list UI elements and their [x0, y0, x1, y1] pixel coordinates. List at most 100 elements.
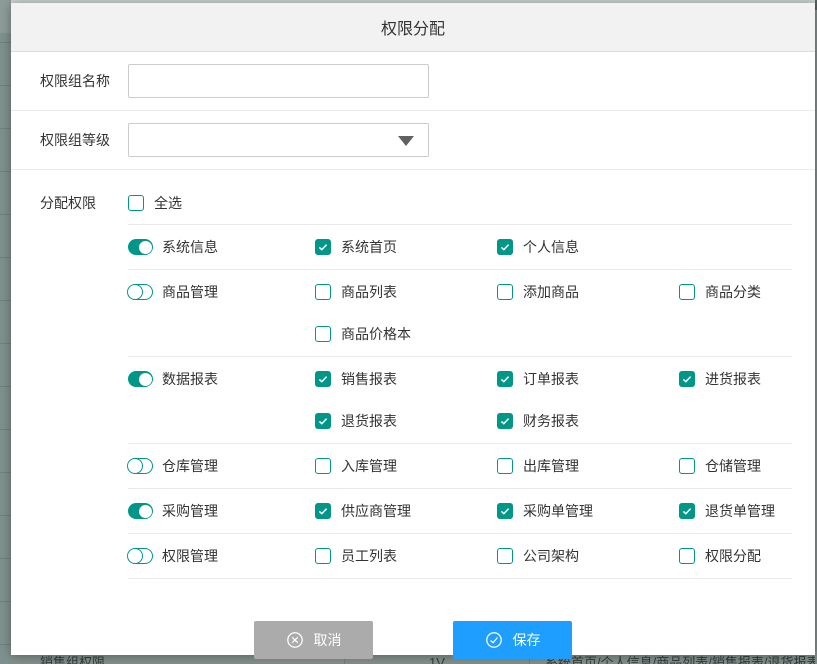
- select-all-label: 全选: [154, 193, 182, 213]
- assign-permissions-label: 分配权限: [40, 182, 128, 579]
- permission-group-label: 权限管理: [162, 546, 218, 566]
- checkbox-unchecked-icon[interactable]: [315, 284, 331, 300]
- permission-item-label: 采购单管理: [523, 501, 593, 521]
- save-button-label: 保存: [513, 630, 541, 650]
- checkbox-checked-icon[interactable]: [497, 413, 513, 429]
- permission-group-row: 采购管理 供应商管理 采购单管理 退货单管理: [128, 489, 792, 534]
- checkbox-checked-icon[interactable]: [679, 371, 695, 387]
- toggle-knob: [127, 284, 143, 300]
- cancel-circle-x-icon: [286, 631, 304, 649]
- dialog-button-row: 取消 保存: [11, 621, 815, 659]
- permission-groups: 系统信息 系统首页 个人信息商品管理 商品列表 添加商品 商品分类商品价格本数据报表 销售报…: [128, 225, 792, 579]
- toggle-knob: [127, 548, 143, 564]
- permission-item[interactable]: 添加商品: [497, 282, 679, 302]
- permission-item[interactable]: 入库管理: [315, 456, 497, 476]
- permission-item[interactable]: 系统首页: [315, 237, 497, 257]
- permission-item-label: 商品价格本: [341, 324, 411, 344]
- checkbox-unchecked-icon[interactable]: [679, 284, 695, 300]
- checkbox-checked-icon[interactable]: [497, 371, 513, 387]
- permission-item-label: 权限分配: [705, 546, 761, 566]
- checkbox-unchecked-icon[interactable]: [315, 326, 331, 342]
- permission-group-main: 系统信息: [128, 237, 315, 257]
- permission-item[interactable]: 个人信息: [497, 237, 679, 257]
- permission-item-label: 仓储管理: [705, 456, 761, 476]
- permission-item-label: 供应商管理: [341, 501, 411, 521]
- checkbox-checked-icon[interactable]: [315, 239, 331, 255]
- permission-item-label: 个人信息: [523, 237, 579, 257]
- permission-item-label: 员工列表: [341, 546, 397, 566]
- checkbox-unchecked-icon[interactable]: [497, 548, 513, 564]
- permission-item-label: 系统首页: [341, 237, 397, 257]
- toggle-switch-icon[interactable]: [128, 371, 153, 387]
- checkbox-unchecked-icon[interactable]: [679, 458, 695, 474]
- assign-permissions-section: 分配权限 全选 系统信息 系统首页 个人信息商品管理 商品列表 添加商品 商品分类商品价格…: [11, 170, 815, 579]
- permission-group-label: 系统信息: [162, 237, 218, 257]
- save-button[interactable]: 保存: [453, 621, 572, 659]
- checkbox-checked-icon[interactable]: [679, 503, 695, 519]
- permission-item[interactable]: 进货报表: [679, 369, 792, 389]
- permission-item-label: 商品分类: [705, 282, 761, 302]
- toggle-switch-icon[interactable]: [128, 284, 153, 300]
- permission-group-label: 仓库管理: [162, 456, 218, 476]
- permission-item-label: 进货报表: [705, 369, 761, 389]
- permission-item[interactable]: 出库管理: [497, 456, 679, 476]
- permission-item[interactable]: 退货报表: [315, 411, 497, 431]
- checkbox-checked-icon[interactable]: [315, 413, 331, 429]
- permission-group-label: 数据报表: [162, 369, 218, 389]
- checkbox-unchecked-icon[interactable]: [315, 548, 331, 564]
- permission-item-label: 入库管理: [341, 456, 397, 476]
- toggle-switch-icon[interactable]: [128, 239, 153, 255]
- checkbox-unchecked-icon[interactable]: [679, 548, 695, 564]
- group-name-input[interactable]: [128, 64, 429, 98]
- select-all-checkbox[interactable]: [128, 195, 144, 211]
- toggle-switch-icon[interactable]: [128, 458, 153, 474]
- chevron-down-icon: [398, 136, 414, 146]
- permission-group-row: 数据报表 销售报表 订单报表 进货报表退货报表 财务报表: [128, 357, 792, 444]
- assign-permissions-content: 全选 系统信息 系统首页 个人信息商品管理 商品列表 添加商品 商品分类商品价格本数据报表…: [128, 182, 792, 579]
- cancel-button[interactable]: 取消: [254, 621, 373, 659]
- permission-item[interactable]: 员工列表: [315, 546, 497, 566]
- permission-item[interactable]: 销售报表: [315, 369, 497, 389]
- group-name-row: 权限组名称: [11, 52, 815, 111]
- permission-item[interactable]: 商品列表: [315, 282, 497, 302]
- permission-item-label: 退货报表: [341, 411, 397, 431]
- permission-item[interactable]: 公司架构: [497, 546, 679, 566]
- group-level-label: 权限组等级: [40, 130, 128, 150]
- permission-item[interactable]: 供应商管理: [315, 501, 497, 521]
- permission-item-label: 商品列表: [341, 282, 397, 302]
- permission-item[interactable]: 仓储管理: [679, 456, 792, 476]
- toggle-switch-icon[interactable]: [128, 548, 153, 564]
- permission-group-label: 商品管理: [162, 282, 218, 302]
- select-all-row: 全选: [128, 182, 792, 225]
- permission-item[interactable]: 退货单管理: [679, 501, 792, 521]
- checkbox-checked-icon[interactable]: [315, 371, 331, 387]
- checkbox-checked-icon[interactable]: [315, 503, 331, 519]
- group-level-select[interactable]: [128, 123, 429, 157]
- page: 销售组权限 1V 系统首页/个人信息/商品列表/销售报表/退货报表 权限分配 权…: [0, 0, 817, 664]
- checkbox-unchecked-icon[interactable]: [497, 284, 513, 300]
- permission-dialog: 权限分配 权限组名称 权限组等级 分配权限 全选 系统信息 系统首页 个人信息商品管…: [11, 3, 815, 655]
- permission-group-row: 仓库管理 入库管理 出库管理 仓储管理: [128, 444, 792, 489]
- checkbox-checked-icon[interactable]: [497, 239, 513, 255]
- permission-item[interactable]: 订单报表: [497, 369, 679, 389]
- toggle-knob: [139, 505, 152, 518]
- permission-item[interactable]: 商品分类: [679, 282, 792, 302]
- permission-group-row: 权限管理 员工列表 公司架构 权限分配: [128, 534, 792, 579]
- permission-item[interactable]: 采购单管理: [497, 501, 679, 521]
- toggle-switch-icon[interactable]: [128, 503, 153, 519]
- permission-item[interactable]: 财务报表: [497, 411, 679, 431]
- checkbox-unchecked-icon[interactable]: [497, 458, 513, 474]
- permission-item-label: 销售报表: [341, 369, 397, 389]
- group-name-label: 权限组名称: [40, 71, 128, 91]
- checkbox-unchecked-icon[interactable]: [315, 458, 331, 474]
- permission-item-label: 公司架构: [523, 546, 579, 566]
- permission-item-label: 添加商品: [523, 282, 579, 302]
- toggle-knob: [127, 458, 143, 474]
- permission-item-label: 财务报表: [523, 411, 579, 431]
- permission-item-label: 出库管理: [523, 456, 579, 476]
- permission-item[interactable]: 权限分配: [679, 546, 792, 566]
- permission-item[interactable]: 商品价格本: [315, 324, 497, 344]
- modal-backdrop-left: [0, 0, 11, 664]
- checkbox-checked-icon[interactable]: [497, 503, 513, 519]
- permission-group-main: 采购管理: [128, 501, 315, 521]
